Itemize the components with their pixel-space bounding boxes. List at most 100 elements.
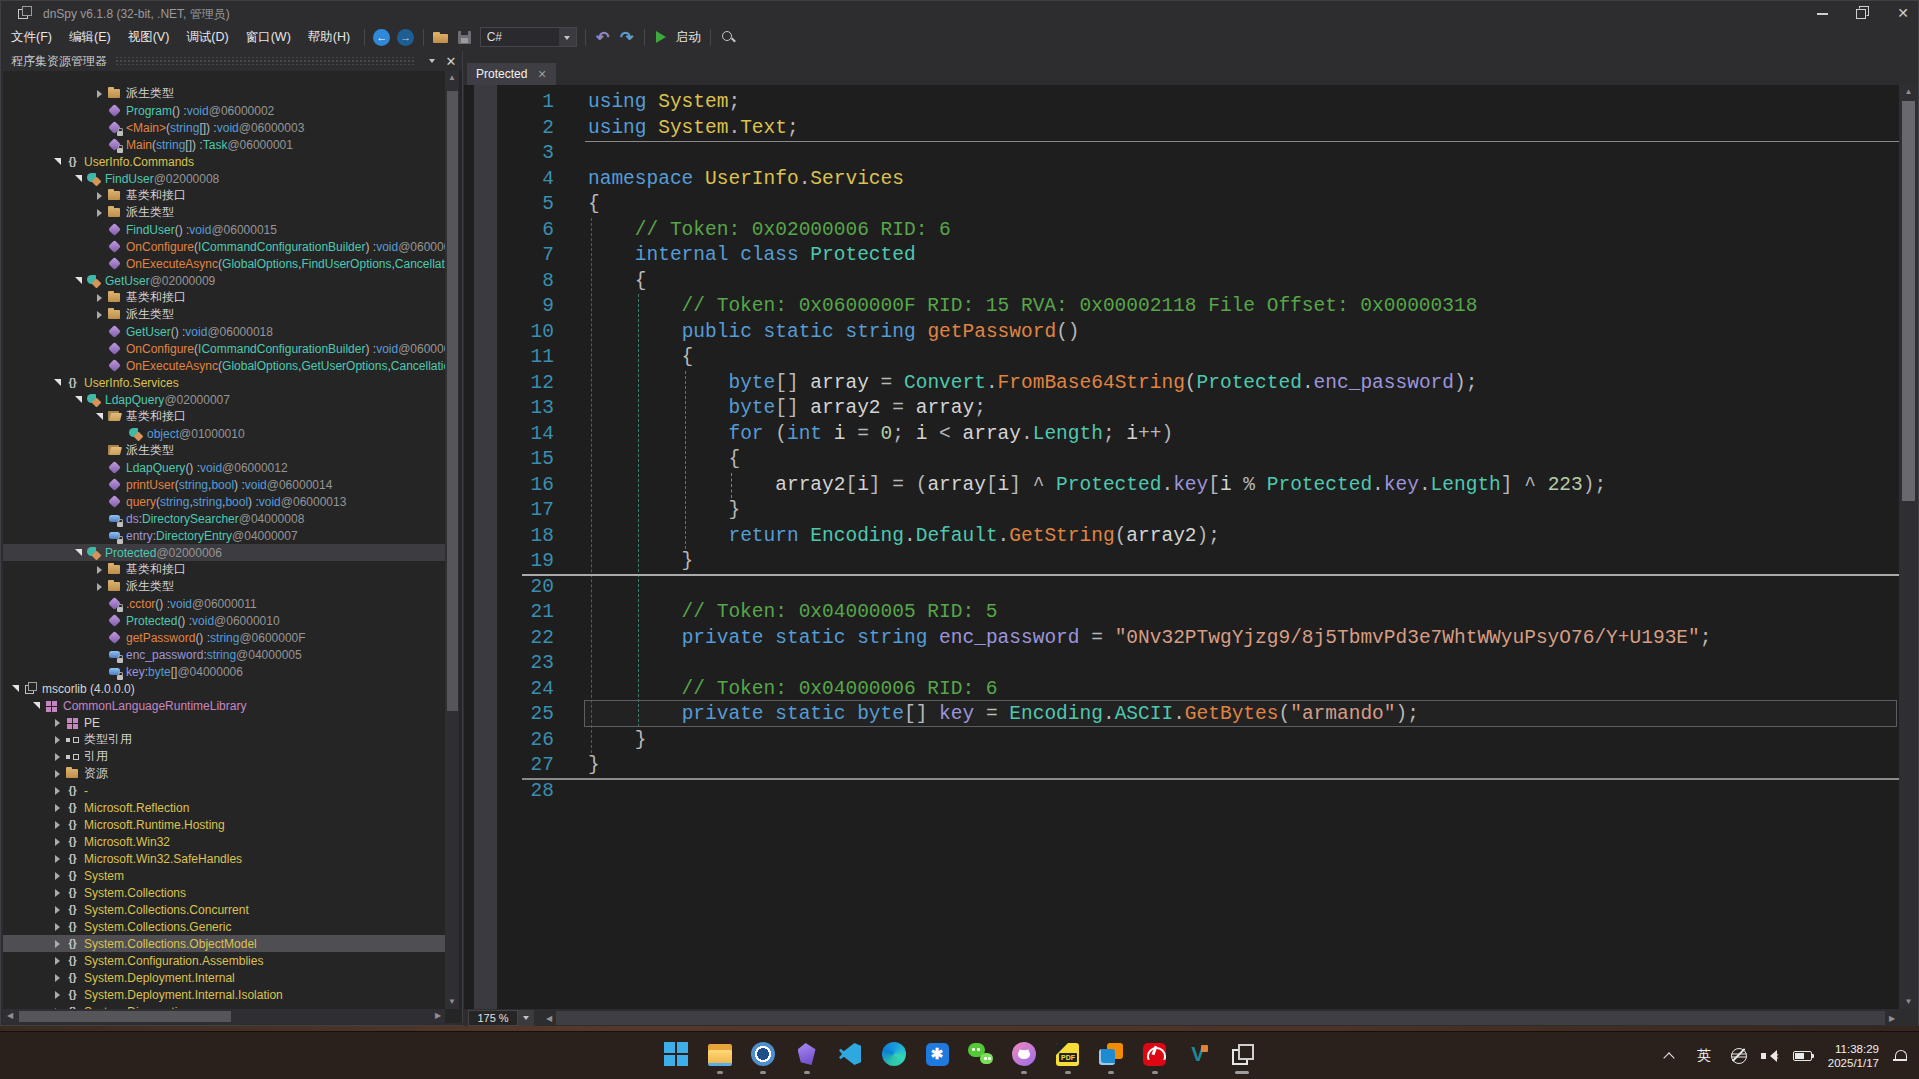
tree-row[interactable]: GetUser() : void @06000018	[3, 323, 445, 340]
expander-expanded-icon[interactable]	[74, 544, 86, 561]
code-line[interactable]: 2using System.Text;	[464, 116, 1899, 142]
expander-collapsed-icon[interactable]	[95, 578, 107, 595]
expander-expanded-icon[interactable]	[53, 153, 65, 170]
tree-row[interactable]: {}Microsoft.Win32.SafeHandles	[3, 850, 445, 867]
taskbar-cat-icon[interactable]	[1011, 1041, 1037, 1067]
code-line[interactable]: 8 {	[464, 269, 1899, 295]
expander-collapsed-icon[interactable]	[53, 918, 65, 935]
tree-row[interactable]: entry : DirectoryEntry @04000007	[3, 527, 445, 544]
tree-row[interactable]: FindUser @02000008	[3, 170, 445, 187]
expander-collapsed-icon[interactable]	[53, 799, 65, 816]
volume-muted-icon[interactable]: ×	[1761, 1048, 1779, 1064]
tree-row[interactable]: 基类和接口	[3, 561, 445, 578]
tree-row[interactable]: {}System.Collections.Generic	[3, 918, 445, 935]
tree-row[interactable]: Protected @02000006	[3, 544, 445, 561]
tree-row[interactable]: key : byte[] @04000006	[3, 663, 445, 680]
tree-row[interactable]: OnExecuteAsync(GlobalOptions, GetUserOpt…	[3, 357, 445, 374]
taskbar-v8-icon[interactable]: V	[1185, 1041, 1211, 1067]
menu-item-4[interactable]: 窗口(W)	[239, 27, 298, 47]
menu-item-5[interactable]: 帮助(H)	[301, 27, 357, 47]
code-line[interactable]: 4namespace UserInfo.Services	[464, 167, 1899, 193]
expander-collapsed-icon[interactable]	[53, 731, 65, 748]
expander-collapsed-icon[interactable]	[95, 187, 107, 204]
tree-row[interactable]: enc_password : string @04000005	[3, 646, 445, 663]
tree-row[interactable]: {}System.Collections.Concurrent	[3, 901, 445, 918]
expander-expanded-icon[interactable]	[74, 272, 86, 289]
start-debug-button[interactable]	[650, 26, 674, 48]
taskbar-edge-icon[interactable]	[881, 1041, 907, 1067]
expander-collapsed-icon[interactable]	[53, 884, 65, 901]
language-combobox[interactable]: C#	[480, 27, 577, 47]
editor-hscroll-left-arrow[interactable]: ◀	[542, 1014, 556, 1023]
code-line[interactable]: 11 {	[464, 345, 1899, 371]
minimize-button[interactable]	[1816, 6, 1830, 20]
code-line[interactable]: 9 // Token: 0x0600000F RID: 15 RVA: 0x00…	[464, 294, 1899, 320]
editor-hscroll-right-arrow[interactable]: ▶	[1885, 1014, 1899, 1023]
panel-close-button[interactable]: ✕	[443, 53, 459, 69]
code-line[interactable]: 20	[464, 575, 1899, 601]
language-dropdown-button[interactable]	[559, 28, 576, 46]
code-line[interactable]: 14 for (int i = 0; i < array.Length; i++…	[464, 422, 1899, 448]
tree-row[interactable]: {}System.Collections.ObjectModel	[3, 935, 445, 952]
start-debug-label[interactable]: 启动	[676, 29, 701, 46]
expander-collapsed-icon[interactable]	[53, 714, 65, 731]
tree-row[interactable]: 引用	[3, 748, 445, 765]
expander-expanded-icon[interactable]	[32, 697, 44, 714]
tree-row[interactable]: PE	[3, 714, 445, 731]
taskbar-star-icon[interactable]: ✱	[924, 1041, 950, 1067]
tray-overflow-chevron-icon[interactable]	[1665, 1051, 1675, 1061]
menu-item-2[interactable]: 视图(V)	[121, 27, 177, 47]
tree-row[interactable]: .cctor() : void @06000011	[3, 595, 445, 612]
code-line[interactable]: 3	[464, 141, 1899, 167]
tree-row[interactable]: 派生类型	[3, 442, 445, 459]
tree-row[interactable]: FindUser() : void @06000015	[3, 221, 445, 238]
tree-horizontal-scrollbar[interactable]: ◀ ▶	[3, 1009, 445, 1023]
tree-row[interactable]: getPassword() : string @0600000F	[3, 629, 445, 646]
menu-item-0[interactable]: 文件(F)	[4, 27, 59, 47]
taskbar-vscode-icon[interactable]	[837, 1041, 863, 1067]
tree-vscroll-thumb[interactable]	[447, 91, 458, 711]
taskbar-vmware-icon[interactable]	[1098, 1041, 1124, 1067]
tree-row[interactable]: 基类和接口	[3, 408, 445, 425]
expander-collapsed-icon[interactable]	[53, 969, 65, 986]
taskbar-chromium-icon[interactable]	[750, 1041, 776, 1067]
tree-row[interactable]: LdapQuery @02000007	[3, 391, 445, 408]
tree-row[interactable]: 派生类型	[3, 85, 445, 102]
titlebar[interactable]: dnSpy v6.1.8 (32-bit, .NET, 管理员) ✕	[1, 1, 1918, 25]
expander-expanded-icon[interactable]	[74, 391, 86, 408]
tree-row[interactable]: <Main>(string[]) : void @06000003	[3, 119, 445, 136]
expander-collapsed-icon[interactable]	[53, 935, 65, 952]
network-icon[interactable]	[1731, 1048, 1747, 1064]
search-button[interactable]	[716, 26, 740, 48]
code-line[interactable]: 13 byte[] array2 = array;	[464, 396, 1899, 422]
expander-expanded-icon[interactable]	[95, 408, 107, 425]
panel-menu-button[interactable]	[424, 53, 440, 69]
code-line[interactable]: 25 private static byte[] key = Encoding.…	[464, 702, 1899, 728]
taskbar-explorer-icon[interactable]	[707, 1041, 733, 1067]
taskbar-start-icon[interactable]	[663, 1041, 689, 1067]
tree-row[interactable]: {}System	[3, 867, 445, 884]
code-editor[interactable]: 1using System;2using System.Text;34names…	[464, 85, 1899, 1009]
tree-row[interactable]: {}System.Deployment.Internal	[3, 969, 445, 986]
tree-vertical-scrollbar[interactable]: ▲ ▼	[445, 71, 459, 1009]
code-line[interactable]: 16 array2[i] = (array[i] ^ Protected.key…	[464, 473, 1899, 499]
tree-row[interactable]: {}Microsoft.Reflection	[3, 799, 445, 816]
editor-vertical-scrollbar[interactable]: ▲ ▼	[1899, 85, 1918, 1009]
expander-expanded-icon[interactable]	[11, 680, 23, 697]
expander-collapsed-icon[interactable]	[53, 850, 65, 867]
taskbar-pdf-icon[interactable]	[1055, 1041, 1081, 1067]
battery-icon[interactable]	[1793, 1051, 1812, 1061]
tree-row[interactable]: {}-	[3, 782, 445, 799]
code-line[interactable]: 21 // Token: 0x04000005 RID: 5	[464, 600, 1899, 626]
expander-collapsed-icon[interactable]	[53, 952, 65, 969]
ime-indicator[interactable]: 英	[1697, 1047, 1711, 1065]
expander-collapsed-icon[interactable]	[95, 204, 107, 221]
code-line[interactable]: 12 byte[] array = Convert.FromBase64Stri…	[464, 371, 1899, 397]
code-line[interactable]: 5{	[464, 192, 1899, 218]
tree-row[interactable]: OnExecuteAsync(GlobalOptions, FindUserOp…	[3, 255, 445, 272]
code-line[interactable]: 28	[464, 779, 1899, 805]
tree-row[interactable]: 基类和接口	[3, 187, 445, 204]
expander-collapsed-icon[interactable]	[95, 289, 107, 306]
expander-collapsed-icon[interactable]	[53, 986, 65, 1003]
tree-row[interactable]: ds : DirectorySearcher @04000008	[3, 510, 445, 527]
